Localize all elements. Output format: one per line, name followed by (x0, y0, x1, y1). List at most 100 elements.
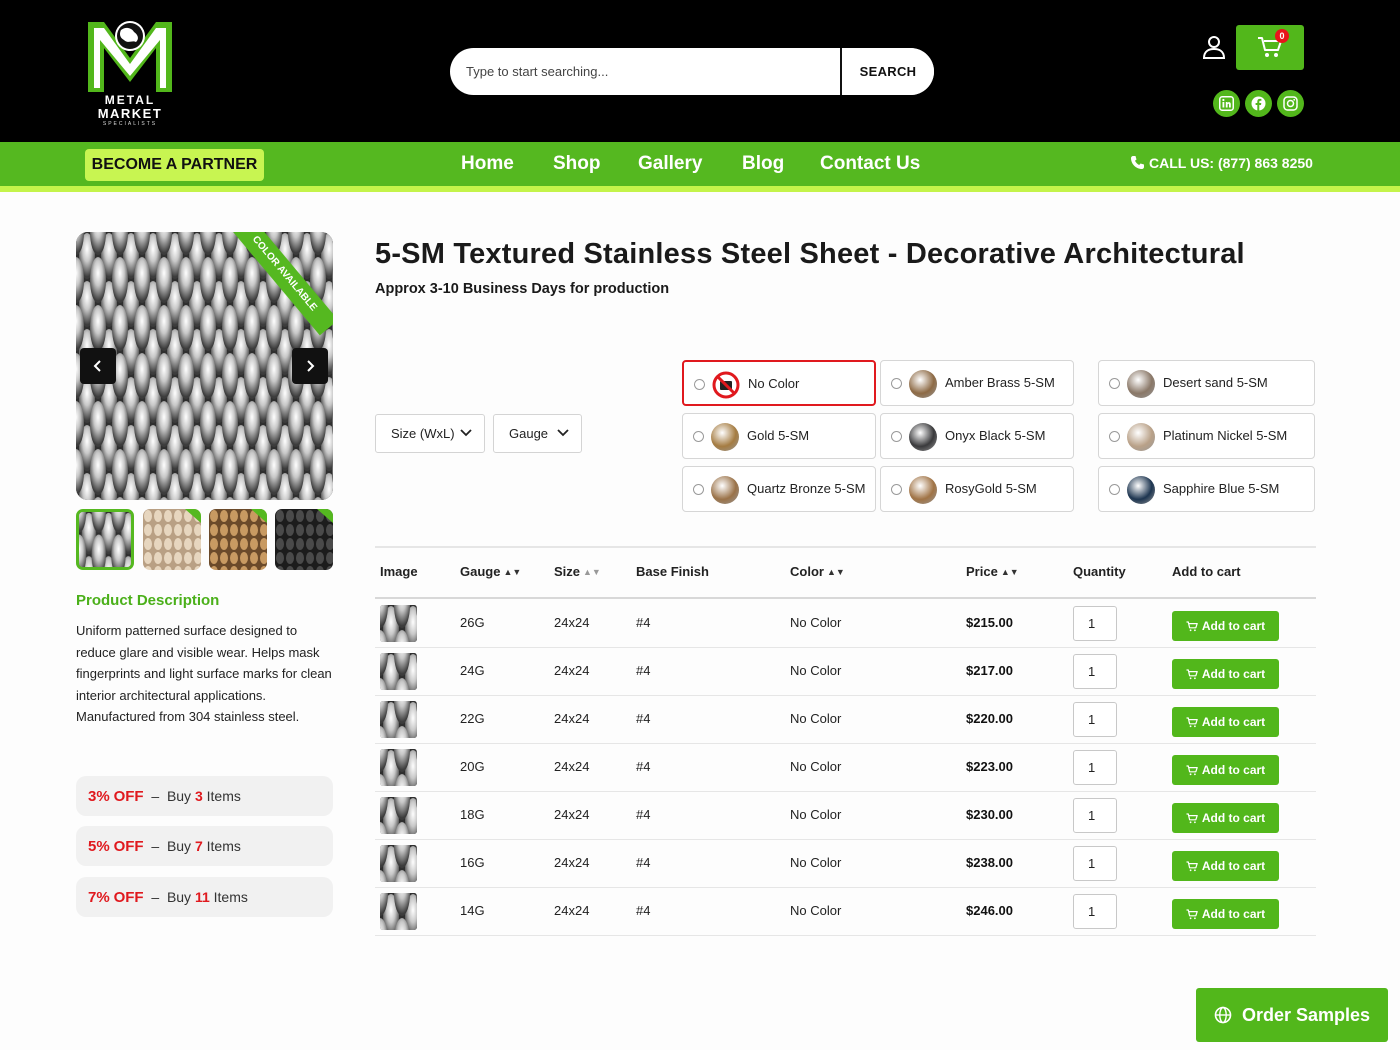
cart-count-badge: 0 (1275, 29, 1289, 43)
gallery-next-button[interactable] (292, 348, 328, 384)
gauge-filter-dropdown[interactable]: Gauge (493, 414, 582, 453)
radio-button[interactable] (693, 431, 704, 442)
col-header-gauge[interactable]: Gauge ▲▼ (460, 564, 521, 579)
nav-blog[interactable]: Blog (742, 151, 784, 177)
linkedin-icon[interactable] (1213, 90, 1240, 117)
cart-icon (1186, 813, 1198, 824)
nav-home[interactable]: Home (461, 151, 514, 177)
search-input[interactable] (450, 48, 840, 95)
row-size: 24x24 (554, 759, 590, 774)
discount-buy: Buy (166, 788, 192, 804)
gallery-prev-button[interactable] (80, 348, 116, 384)
radio-button[interactable] (1109, 378, 1120, 389)
nav-contact-us[interactable]: Contact Us (820, 151, 920, 177)
radio-button[interactable] (891, 431, 902, 442)
add-to-cart-label: Add to cart (1201, 715, 1266, 729)
color-option-quartz-bronze[interactable]: Quartz Bronze 5-SM (682, 466, 876, 512)
row-gauge: 18G (460, 807, 485, 822)
add-to-cart-button[interactable]: Add to cart (1172, 659, 1279, 689)
color-option-gold[interactable]: Gold 5-SM (682, 413, 876, 459)
col-header-size[interactable]: Size ▲▼ (554, 564, 601, 579)
color-option-label: Sapphire Blue 5-SM (1163, 481, 1280, 496)
size-filter-dropdown[interactable]: Size (WxL) (375, 414, 485, 453)
row-divider (375, 695, 1316, 696)
color-dot (711, 476, 739, 504)
col-header-price[interactable]: Price ▲▼ (966, 564, 1019, 579)
ribbon-label: COLOR AVAILABLE (229, 232, 333, 336)
color-dot (1127, 423, 1155, 451)
row-gauge: 26G (460, 615, 485, 630)
radio-button[interactable] (891, 484, 902, 495)
col-header-color[interactable]: Color ▲▼ (790, 564, 845, 579)
add-to-cart-button[interactable]: Add to cart (1172, 755, 1279, 785)
radio-button[interactable] (693, 484, 704, 495)
color-dot (909, 476, 937, 504)
add-to-cart-button[interactable]: Add to cart (1172, 707, 1279, 737)
order-samples-button[interactable]: Order Samples (1196, 988, 1388, 1042)
color-option-no-color[interactable]: No Color (682, 360, 876, 406)
add-to-cart-label: Add to cart (1201, 667, 1266, 681)
discount-pct: 7% (88, 889, 110, 906)
row-quantity-input[interactable] (1073, 846, 1117, 881)
add-to-cart-button[interactable]: Add to cart (1172, 611, 1279, 641)
gauge-filter-label: Gauge (509, 426, 549, 441)
sort-icon: ▲▼ (503, 567, 522, 577)
add-to-cart-label: Add to cart (1201, 619, 1266, 633)
production-time: Approx 3-10 Business Days for production (375, 281, 670, 297)
account-icon[interactable] (1201, 34, 1227, 60)
facebook-icon[interactable] (1245, 90, 1272, 117)
radio-button[interactable] (1109, 484, 1120, 495)
color-option-amber-brass[interactable]: Amber Brass 5-SM (880, 360, 1074, 406)
row-color: No Color (790, 711, 842, 726)
color-option-rosygold[interactable]: RosyGold 5-SM (880, 466, 1074, 512)
color-option-sapphire-blue[interactable]: Sapphire Blue 5-SM (1098, 466, 1315, 512)
radio-button[interactable] (694, 379, 705, 390)
cart-button[interactable]: 0 (1236, 25, 1304, 70)
radio-button[interactable] (1109, 431, 1120, 442)
gallery-thumb-2[interactable] (143, 509, 201, 570)
search-button[interactable]: SEARCH (842, 48, 934, 95)
gallery-thumb-3[interactable] (209, 509, 267, 570)
row-quantity-input[interactable] (1073, 798, 1117, 833)
row-color: No Color (790, 903, 842, 918)
discount-off: OFF (113, 788, 144, 805)
color-dot (909, 370, 937, 398)
sort-icon: ▲▼ (826, 567, 845, 577)
site-logo[interactable]: METAL MARKET SPECIALISTS (84, 18, 176, 127)
instagram-icon[interactable] (1277, 90, 1304, 117)
row-quantity-input[interactable] (1073, 894, 1117, 929)
row-gauge: 14G (460, 903, 485, 918)
add-to-cart-button[interactable]: Add to cart (1172, 851, 1279, 881)
cart-icon (1186, 717, 1198, 728)
row-thumbnail (380, 893, 417, 930)
add-to-cart-button[interactable]: Add to cart (1172, 803, 1279, 833)
color-option-platinum-nickel[interactable]: Platinum Nickel 5-SM (1098, 413, 1315, 459)
gallery-thumb-1[interactable] (76, 509, 134, 570)
nav-gallery[interactable]: Gallery (638, 151, 702, 177)
color-option-desert-sand[interactable]: Desert sand 5-SM (1098, 360, 1315, 406)
gallery-thumb-4[interactable] (275, 509, 333, 570)
row-base-finish: #4 (636, 615, 651, 630)
row-quantity-input[interactable] (1073, 702, 1117, 737)
row-quantity-input[interactable] (1073, 654, 1117, 689)
order-samples-label: Order Samples (1242, 1005, 1371, 1025)
row-price: $230.00 (966, 807, 1013, 822)
col-header-base-finish: Base Finish (636, 564, 709, 579)
call-us-link[interactable]: CALL US: (877) 863 8250 (1130, 154, 1313, 172)
discount-qty: 3 (194, 788, 203, 804)
row-quantity-input[interactable] (1073, 750, 1117, 785)
row-size: 24x24 (554, 807, 590, 822)
row-quantity-input[interactable] (1073, 606, 1117, 641)
add-to-cart-label: Add to cart (1201, 811, 1266, 825)
discount-items: Items (213, 889, 248, 905)
row-price: $223.00 (966, 759, 1013, 774)
radio-button[interactable] (891, 378, 902, 389)
chevron-down-icon (460, 429, 472, 437)
color-option-onyx-black[interactable]: Onyx Black 5-SM (880, 413, 1074, 459)
become-partner-button[interactable]: BECOME A PARTNER (85, 149, 264, 181)
row-thumbnail (380, 749, 417, 786)
add-to-cart-button[interactable]: Add to cart (1172, 899, 1279, 929)
nav-shop[interactable]: Shop (553, 151, 601, 177)
discount-tier-3: 7% OFF – Buy 11 Items (76, 877, 333, 917)
discount-items: Items (206, 788, 241, 804)
